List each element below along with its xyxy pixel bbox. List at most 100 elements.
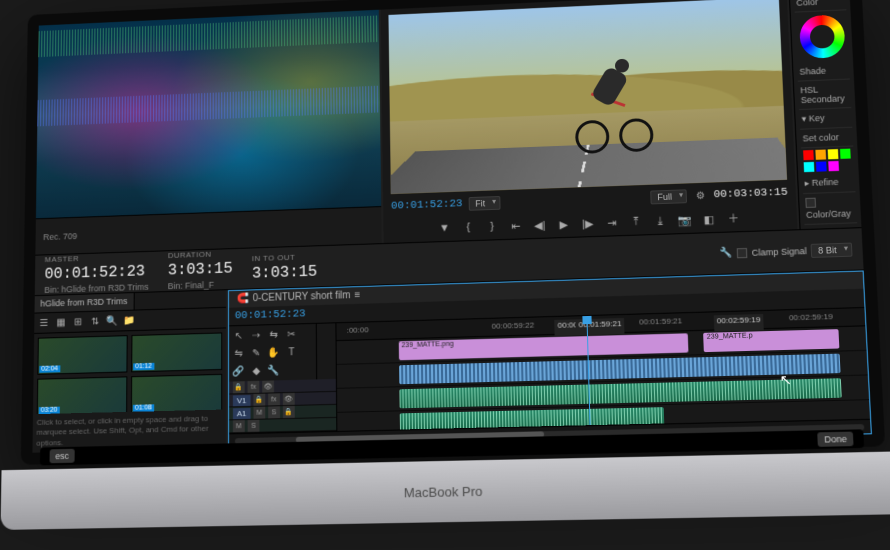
timeline-current-timecode[interactable]: 00:01:52:23 <box>235 308 306 322</box>
track-lock-icon[interactable]: 🔒 <box>253 394 265 406</box>
clamp-checkbox[interactable] <box>737 247 748 257</box>
swatch-cyan[interactable] <box>804 162 815 172</box>
touchbar-done[interactable]: Done <box>818 432 854 447</box>
preview-subject <box>567 49 660 159</box>
ruler-tick-label: 00:00:59:22 <box>492 321 535 331</box>
app-window: Rec. 709 00:03:03:15 00:01:52:23 Fit <box>21 0 885 465</box>
snap-icon[interactable]: 🧲 <box>237 293 249 304</box>
hand-tool-icon[interactable]: ✋ <box>267 346 281 360</box>
play-icon[interactable]: ▶ <box>557 217 571 231</box>
selection-tool-icon[interactable]: ↖ <box>232 329 246 343</box>
master-timecode[interactable]: 00:01:52:23 <box>44 263 145 284</box>
program-current-timecode[interactable]: 00:01:52:23 <box>391 198 463 212</box>
swatch-green[interactable] <box>840 149 851 159</box>
track-mute-button[interactable]: M <box>253 407 265 419</box>
swatch-blue[interactable] <box>816 161 827 171</box>
ripple-edit-icon[interactable]: ⇆ <box>267 328 281 342</box>
track-fx-badge[interactable]: fx <box>268 393 280 405</box>
video-clip[interactable]: 239_MATTE.p <box>704 329 840 352</box>
timeline-tools: ↖ ⇢ ⇆ ✂ ⇋ ✎ ✋ T 🔗 ◆ 🔧 <box>229 324 317 382</box>
track-eye-icon[interactable]: 👁 <box>283 393 295 405</box>
clip-thumbnail[interactable]: 02:04 <box>37 335 127 375</box>
track-select-icon[interactable]: ⇢ <box>249 328 263 342</box>
lumetri-setcolor-label: Set color <box>800 128 853 149</box>
track-lock-icon[interactable]: 🔒 <box>283 406 295 418</box>
type-tool-icon[interactable]: T <box>285 345 299 359</box>
swatch-magenta[interactable] <box>828 161 839 171</box>
inout-label: IN TO OUT <box>252 253 295 263</box>
timeline-tracks-area[interactable]: :00:00 00:00:59:22 00:01:59:21 00:02:59:… <box>336 308 870 431</box>
ruler-tick-label: :00:00 <box>347 325 369 335</box>
lumetri-key-label: Key <box>809 113 825 123</box>
program-preview[interactable] <box>388 0 787 194</box>
sort-icon[interactable]: ⇅ <box>88 314 102 328</box>
swatch-red[interactable] <box>803 150 814 160</box>
laptop-brand: MacBook Pro <box>404 483 483 500</box>
lift-icon[interactable]: ⤒ <box>629 215 644 229</box>
wrench-icon[interactable]: 🔧 <box>719 246 734 260</box>
button-editor-icon[interactable]: ＋ <box>726 211 741 225</box>
new-bin-icon[interactable]: 📁 <box>123 313 137 327</box>
slip-tool-icon[interactable]: ⇋ <box>232 347 246 361</box>
wrench-settings-icon[interactable]: 🔧 <box>267 363 281 377</box>
mark-out-icon[interactable]: } <box>485 220 499 234</box>
color-wheel[interactable] <box>798 14 845 59</box>
colorgray-checkbox[interactable] <box>805 198 816 208</box>
link-icon[interactable]: 🔗 <box>232 364 246 378</box>
track-a1-label[interactable]: A1 <box>233 407 250 418</box>
list-view-icon[interactable]: ☰ <box>37 316 50 330</box>
step-back-icon[interactable]: ◀| <box>533 218 547 232</box>
go-to-in-icon[interactable]: ⇤ <box>509 219 523 233</box>
hsl-swatches <box>801 147 855 175</box>
lumetri-shade-section[interactable]: Shade <box>797 61 850 82</box>
swatch-yellow[interactable] <box>828 149 839 159</box>
duration-label: DURATION <box>168 250 211 260</box>
sequence-menu-icon[interactable]: ≡ <box>354 290 360 301</box>
razor-tool-icon[interactable]: ✂ <box>284 327 298 341</box>
timeline-panel: 🧲 0-CENTURY short film ≡ 00:01:52:23 ↖ ⇢… <box>228 270 872 448</box>
lumetri-colorgray-label: Color/Gray <box>806 208 851 220</box>
step-forward-icon[interactable]: |▶ <box>581 216 595 230</box>
bottom-panels: hGlide from R3D Trims ☰ ▦ ⊞ ⇅ 🔍 📁 02:04 … <box>32 270 872 452</box>
extract-icon[interactable]: ⤓ <box>653 214 668 228</box>
project-tab-1[interactable]: hGlide from R3D Trims <box>35 293 135 313</box>
touchbar-esc[interactable]: esc <box>50 449 75 463</box>
top-panels: Rec. 709 00:03:03:15 00:01:52:23 Fit <box>35 0 861 255</box>
clip-thumbnail[interactable]: 01:12 <box>131 332 222 372</box>
mark-in-icon[interactable]: { <box>461 220 475 234</box>
track-v1-label[interactable]: V1 <box>233 394 250 405</box>
lumetri-refine-label: Refine <box>812 177 839 188</box>
track-mute-button[interactable]: M <box>233 420 245 432</box>
track-eye-icon[interactable]: 👁 <box>262 380 274 392</box>
lumetri-hsl-section[interactable]: HSL Secondary <box>798 79 851 110</box>
ruler-tick-label: 00:02:59:19 <box>789 312 833 322</box>
freeform-view-icon[interactable]: ⊞ <box>71 315 84 329</box>
project-panel: hGlide from R3D Trims ☰ ▦ ⊞ ⇅ 🔍 📁 02:04 … <box>32 290 226 452</box>
track-solo-button[interactable]: S <box>248 420 260 432</box>
lumetri-scopes-panel[interactable]: Rec. 709 <box>35 10 381 255</box>
clamp-signal-row: 🔧 Clamp Signal 8 Bit <box>719 242 853 260</box>
track-solo-button[interactable]: S <box>268 406 280 418</box>
lumetri-color-panel: Color Shade HSL Secondary ▾ Key Set colo… <box>789 0 862 229</box>
add-marker-icon[interactable]: ▼ <box>437 221 451 235</box>
lumetri-refine-section[interactable]: ▸ Refine <box>802 172 855 194</box>
comparison-icon[interactable]: ◧ <box>702 212 717 226</box>
marker-icon[interactable]: ◆ <box>249 364 263 378</box>
settings-icon[interactable]: ⚙ <box>693 189 708 203</box>
go-to-out-icon[interactable]: ⇥ <box>605 215 620 229</box>
program-duration-timecode[interactable]: 00:03:03:15 <box>713 187 788 202</box>
bit-depth-dropdown[interactable]: 8 Bit <box>810 242 852 257</box>
laptop-body: esc Done MacBook Pro <box>1 451 890 530</box>
export-frame-icon[interactable]: 📷 <box>677 213 692 227</box>
clip-thumbnail[interactable]: 03:20 <box>37 376 128 414</box>
search-icon[interactable]: 🔍 <box>106 314 120 328</box>
clip-thumbnail[interactable]: 01:08 <box>131 374 222 414</box>
swatch-orange[interactable] <box>815 150 826 160</box>
zoom-fit-dropdown[interactable]: Fit <box>468 196 500 211</box>
pen-tool-icon[interactable]: ✎ <box>249 346 263 360</box>
icon-view-icon[interactable]: ▦ <box>54 315 67 329</box>
track-fx-badge[interactable]: fx <box>248 381 260 393</box>
track-lock-icon[interactable]: 🔒 <box>233 381 245 393</box>
resolution-dropdown[interactable]: Full <box>650 189 687 204</box>
lumetri-color-section[interactable]: Color <box>794 0 847 13</box>
